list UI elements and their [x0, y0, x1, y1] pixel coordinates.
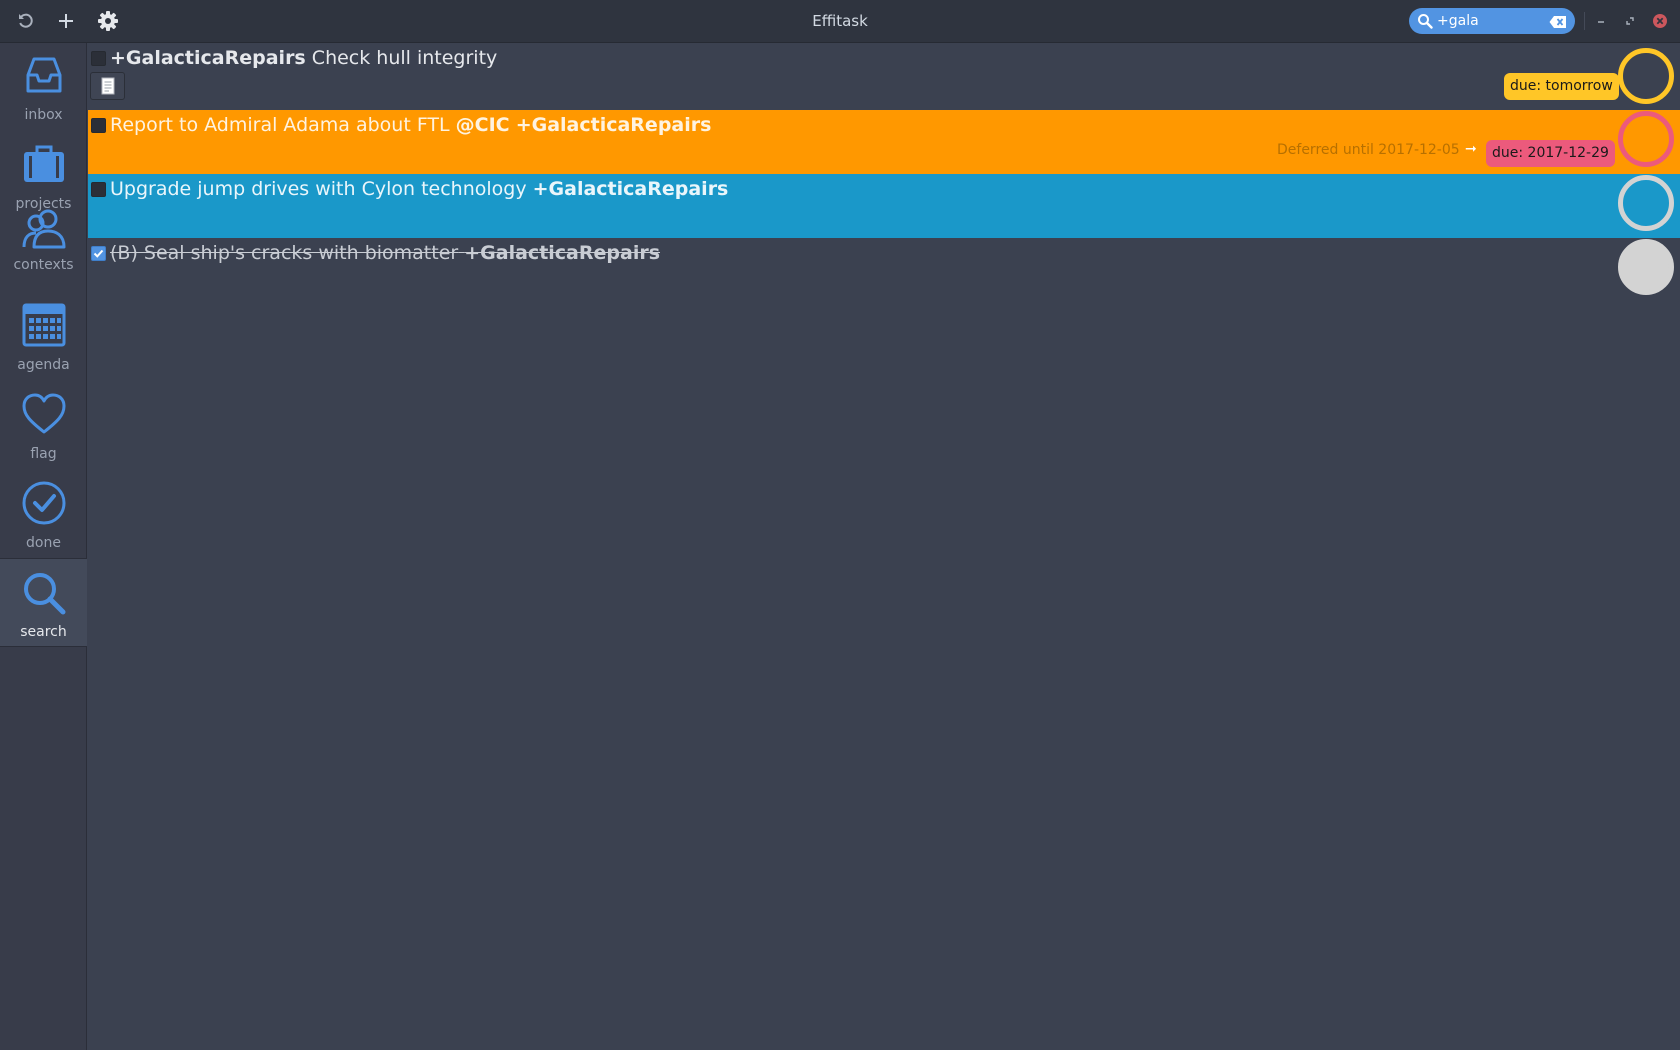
task-project-tag[interactable]: +GalacticaRepairs [516, 114, 712, 136]
sidebar-item-agenda[interactable]: agenda [0, 293, 87, 381]
sidebar-item-label: agenda [17, 357, 70, 373]
task-description: Report to Admiral Adama about FTL [110, 114, 450, 136]
deferred-label: Deferred until 2017-12-05 [1277, 142, 1460, 158]
arrow-icon: ➞ [1465, 141, 1477, 157]
sidebar-item-label: search [20, 624, 67, 640]
task-checkbox[interactable] [91, 118, 106, 133]
task-list: +GalacticaRepairs Check hull integrity d… [88, 43, 1680, 1050]
search-icon [24, 573, 66, 615]
priority-ring[interactable] [1618, 48, 1674, 104]
search-field[interactable] [1409, 8, 1575, 34]
close-button[interactable] [1646, 8, 1674, 34]
note-icon [101, 77, 114, 95]
sidebar-item-label: contexts [13, 257, 74, 273]
task-text: +GalacticaRepairs Check hull integrity [110, 45, 497, 71]
inbox-icon [26, 57, 62, 93]
task-row[interactable]: Report to Admiral Adama about FTL @CIC +… [88, 110, 1680, 174]
people-icon [22, 209, 66, 249]
sidebar-item-flag[interactable]: flag [0, 382, 87, 470]
sidebar-item-label: flag [30, 446, 57, 462]
priority-ring[interactable] [1618, 175, 1674, 231]
task-row[interactable]: (B) Seal ship's cracks with biomatter +G… [88, 238, 1680, 302]
sidebar: inbox projects contexts agenda flag done… [0, 43, 87, 1050]
briefcase-icon [24, 145, 64, 182]
sidebar-item-contexts[interactable]: contexts [0, 201, 87, 273]
task-checkbox[interactable] [91, 51, 106, 66]
task-description: Upgrade jump drives with Cylon technolog… [110, 178, 527, 200]
priority-ring[interactable] [1618, 111, 1674, 167]
clear-icon [1549, 16, 1566, 28]
task-row[interactable]: +GalacticaRepairs Check hull integrity d… [88, 43, 1680, 107]
task-description: Check hull integrity [311, 47, 498, 69]
search-icon [1418, 14, 1433, 29]
maximize-icon [1626, 17, 1634, 25]
due-badge[interactable]: due: 2017-12-29 [1486, 140, 1615, 167]
task-checkbox[interactable] [91, 182, 106, 197]
checkmark-circle-icon [22, 481, 66, 525]
task-text: Upgrade jump drives with Cylon technolog… [110, 176, 728, 202]
titlebar: Effitask [0, 0, 1680, 43]
checkmark-icon [93, 249, 104, 258]
task-project-tag[interactable]: +GalacticaRepairs [533, 178, 729, 200]
task-context-tag[interactable]: @CIC [456, 114, 510, 136]
sidebar-item-inbox[interactable]: inbox [0, 43, 87, 131]
task-text: (B) Seal ship's cracks with biomatter +G… [110, 240, 660, 266]
task-row[interactable]: Upgrade jump drives with Cylon technolog… [88, 174, 1680, 238]
sidebar-item-search[interactable]: search [0, 558, 87, 647]
task-text: Report to Admiral Adama about FTL @CIC +… [110, 112, 711, 138]
task-checkbox[interactable] [91, 246, 106, 261]
heart-icon [22, 393, 66, 434]
task-description: (B) Seal ship's cracks with biomatter [110, 242, 459, 264]
sidebar-item-label: done [26, 535, 61, 551]
close-icon [1653, 14, 1667, 28]
sidebar-item-done[interactable]: done [0, 471, 87, 559]
sidebar-item-label: inbox [24, 107, 63, 123]
clear-search-button[interactable] [1549, 14, 1567, 28]
calendar-icon [22, 303, 66, 347]
priority-ring[interactable] [1618, 239, 1674, 295]
search-input[interactable] [1437, 10, 1541, 32]
minimize-button[interactable] [1587, 8, 1615, 34]
task-project-tag[interactable]: +GalacticaRepairs [464, 242, 660, 264]
minimize-icon [1598, 21, 1604, 23]
task-project-tag[interactable]: +GalacticaRepairs [110, 47, 306, 69]
due-badge[interactable]: due: tomorrow [1504, 73, 1619, 100]
titlebar-separator [1584, 12, 1585, 30]
task-note-button[interactable] [90, 72, 125, 100]
maximize-button[interactable] [1616, 8, 1644, 34]
